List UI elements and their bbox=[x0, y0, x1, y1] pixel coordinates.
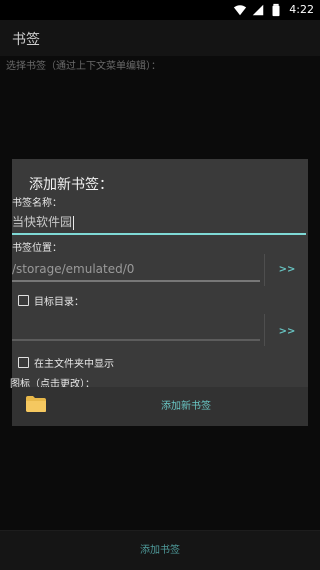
show-in-home-checkbox[interactable] bbox=[18, 357, 29, 368]
show-in-home-row[interactable]: 在主文件夹中显示 bbox=[18, 355, 114, 370]
status-time: 4:22 bbox=[289, 3, 314, 16]
status-bar: 4:22 bbox=[0, 0, 320, 20]
divider bbox=[264, 314, 265, 346]
bookmark-location-label: 书签位置： bbox=[12, 243, 62, 254]
add-new-bookmark-button[interactable]: 添加新书签 bbox=[127, 387, 245, 426]
battery-icon bbox=[272, 3, 280, 17]
divider bbox=[264, 254, 265, 286]
wifi-icon bbox=[234, 5, 247, 16]
add-bookmark-dialog: 添加新书签： 书签名称： 当快软件园 书签位置： /storage/emulat… bbox=[10, 159, 308, 426]
target-directory-checkbox[interactable] bbox=[18, 295, 29, 306]
bookmark-location-input[interactable]: /storage/emulated/0 bbox=[12, 260, 260, 282]
dialog-title: 添加新书签： bbox=[29, 177, 113, 193]
signal-icon bbox=[253, 4, 264, 16]
text-cursor bbox=[73, 215, 75, 230]
folder-icon[interactable] bbox=[25, 395, 47, 413]
bookmark-location-value: /storage/emulated/0 bbox=[12, 262, 135, 276]
target-directory-input[interactable] bbox=[12, 319, 260, 341]
bottom-bar: 添加书签 bbox=[0, 530, 320, 570]
app-bar: 书签 bbox=[0, 20, 320, 56]
browse-target-button[interactable]: >> bbox=[268, 316, 306, 348]
status-icons: 4:22 bbox=[233, 2, 314, 18]
bookmark-name-input[interactable]: 当快软件园 bbox=[12, 211, 306, 235]
dialog-footer: 添加新书签 bbox=[12, 387, 308, 426]
bookmark-name-value: 当快软件园 bbox=[12, 215, 73, 229]
target-directory-label: 目标目录： bbox=[34, 297, 84, 308]
browse-location-button[interactable]: >> bbox=[268, 254, 306, 286]
page-title: 书签 bbox=[12, 32, 40, 48]
target-directory-row[interactable]: 目标目录： bbox=[18, 293, 84, 308]
helper-text: 选择书签（通过上下文菜单编辑）： bbox=[6, 61, 161, 72]
bookmark-name-label: 书签名称： bbox=[12, 198, 62, 209]
show-in-home-label: 在主文件夹中显示 bbox=[34, 359, 114, 370]
add-bookmark-button[interactable]: 添加书签 bbox=[0, 531, 320, 570]
